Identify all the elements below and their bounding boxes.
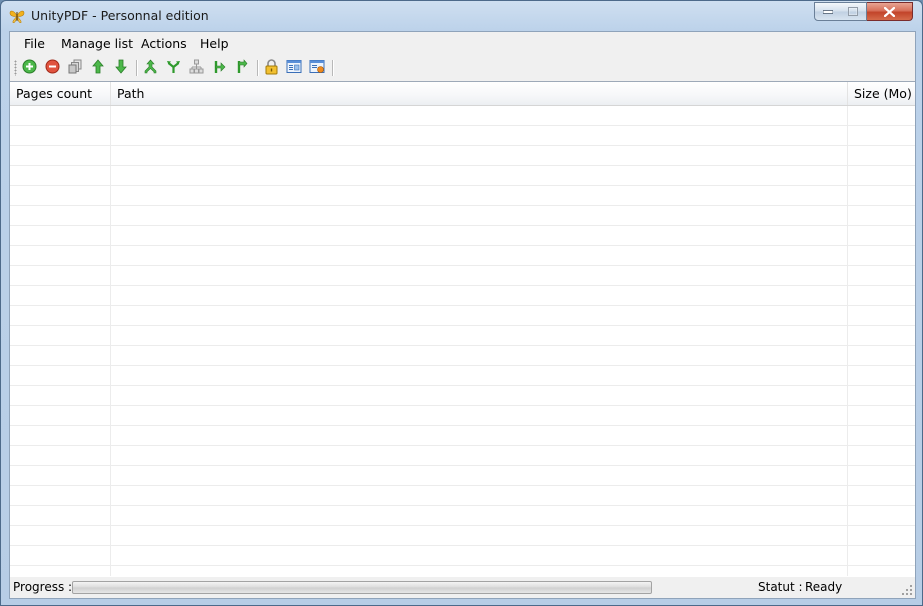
move-up-icon — [92, 59, 104, 77]
maximize-button[interactable] — [840, 2, 867, 21]
title-bar[interactable]: UnityPDF - Personnal edition — [1, 1, 922, 31]
split-button[interactable] — [163, 59, 183, 77]
menu-bar: File Manage list Actions Help — [10, 32, 915, 54]
menu-help[interactable]: Help — [200, 36, 229, 51]
status-bar: Progress : Statut : Ready — [10, 577, 915, 598]
minimize-button[interactable] — [814, 2, 841, 21]
insert-after-icon — [212, 59, 226, 77]
file-list[interactable]: Pages count Path Size (Mo) — [10, 81, 915, 578]
resize-grip-icon[interactable] — [901, 584, 913, 596]
maximize-icon — [848, 7, 858, 16]
column-divider — [847, 106, 848, 576]
close-icon — [884, 6, 895, 17]
list-rows[interactable] — [10, 106, 915, 576]
add-file-button[interactable] — [19, 59, 39, 77]
menu-manage-list[interactable]: Manage list — [61, 36, 133, 51]
properties-icon — [286, 59, 302, 77]
butterfly-app-icon[interactable] — [9, 8, 25, 24]
merge-button[interactable] — [140, 59, 160, 77]
menu-file[interactable]: File — [24, 36, 45, 51]
progress-label: Progress : — [13, 580, 73, 594]
extract-pages-icon — [189, 59, 204, 77]
split-icon — [166, 59, 181, 77]
move-down-button[interactable] — [111, 59, 131, 77]
remove-file-icon — [45, 59, 60, 77]
clear-list-button[interactable] — [65, 59, 85, 77]
properties-button[interactable] — [284, 59, 304, 77]
clear-list-icon — [68, 59, 83, 77]
menu-actions[interactable]: Actions — [141, 36, 187, 51]
toolbar — [10, 56, 915, 80]
move-down-icon — [115, 59, 127, 77]
minimize-icon — [822, 9, 833, 14]
column-divider — [110, 106, 111, 576]
merge-icon — [143, 59, 158, 77]
column-header-size[interactable]: Size (Mo) — [848, 82, 915, 105]
properties-edit-icon — [309, 59, 325, 77]
list-header: Pages count Path Size (Mo) — [10, 82, 915, 106]
lock-button[interactable] — [261, 58, 281, 78]
app-window: UnityPDF - Personnal edition File Manage… — [0, 0, 923, 606]
remove-file-button[interactable] — [42, 59, 62, 77]
move-up-button[interactable] — [88, 59, 108, 77]
column-header-pages-count[interactable]: Pages count — [10, 82, 111, 105]
add-file-icon — [22, 59, 37, 77]
status-value: Ready — [805, 580, 843, 594]
toolbar-separator — [136, 60, 138, 76]
insert-after-button[interactable] — [209, 59, 229, 77]
properties-edit-button[interactable] — [307, 59, 327, 77]
toolbar-grip[interactable] — [14, 60, 17, 76]
toolbar-separator — [332, 60, 334, 76]
toolbar-separator — [257, 60, 259, 76]
insert-before-button[interactable] — [232, 59, 252, 77]
status-label: Statut : — [758, 580, 803, 594]
lock-icon — [264, 58, 279, 78]
insert-before-icon — [235, 59, 249, 77]
client-area: File Manage list Actions Help Pages coun… — [9, 31, 916, 599]
progress-bar — [72, 581, 652, 594]
column-header-path[interactable]: Path — [111, 82, 848, 105]
close-button[interactable] — [867, 2, 913, 21]
window-title: UnityPDF - Personnal edition — [31, 8, 209, 23]
extract-pages-button[interactable] — [186, 59, 206, 77]
